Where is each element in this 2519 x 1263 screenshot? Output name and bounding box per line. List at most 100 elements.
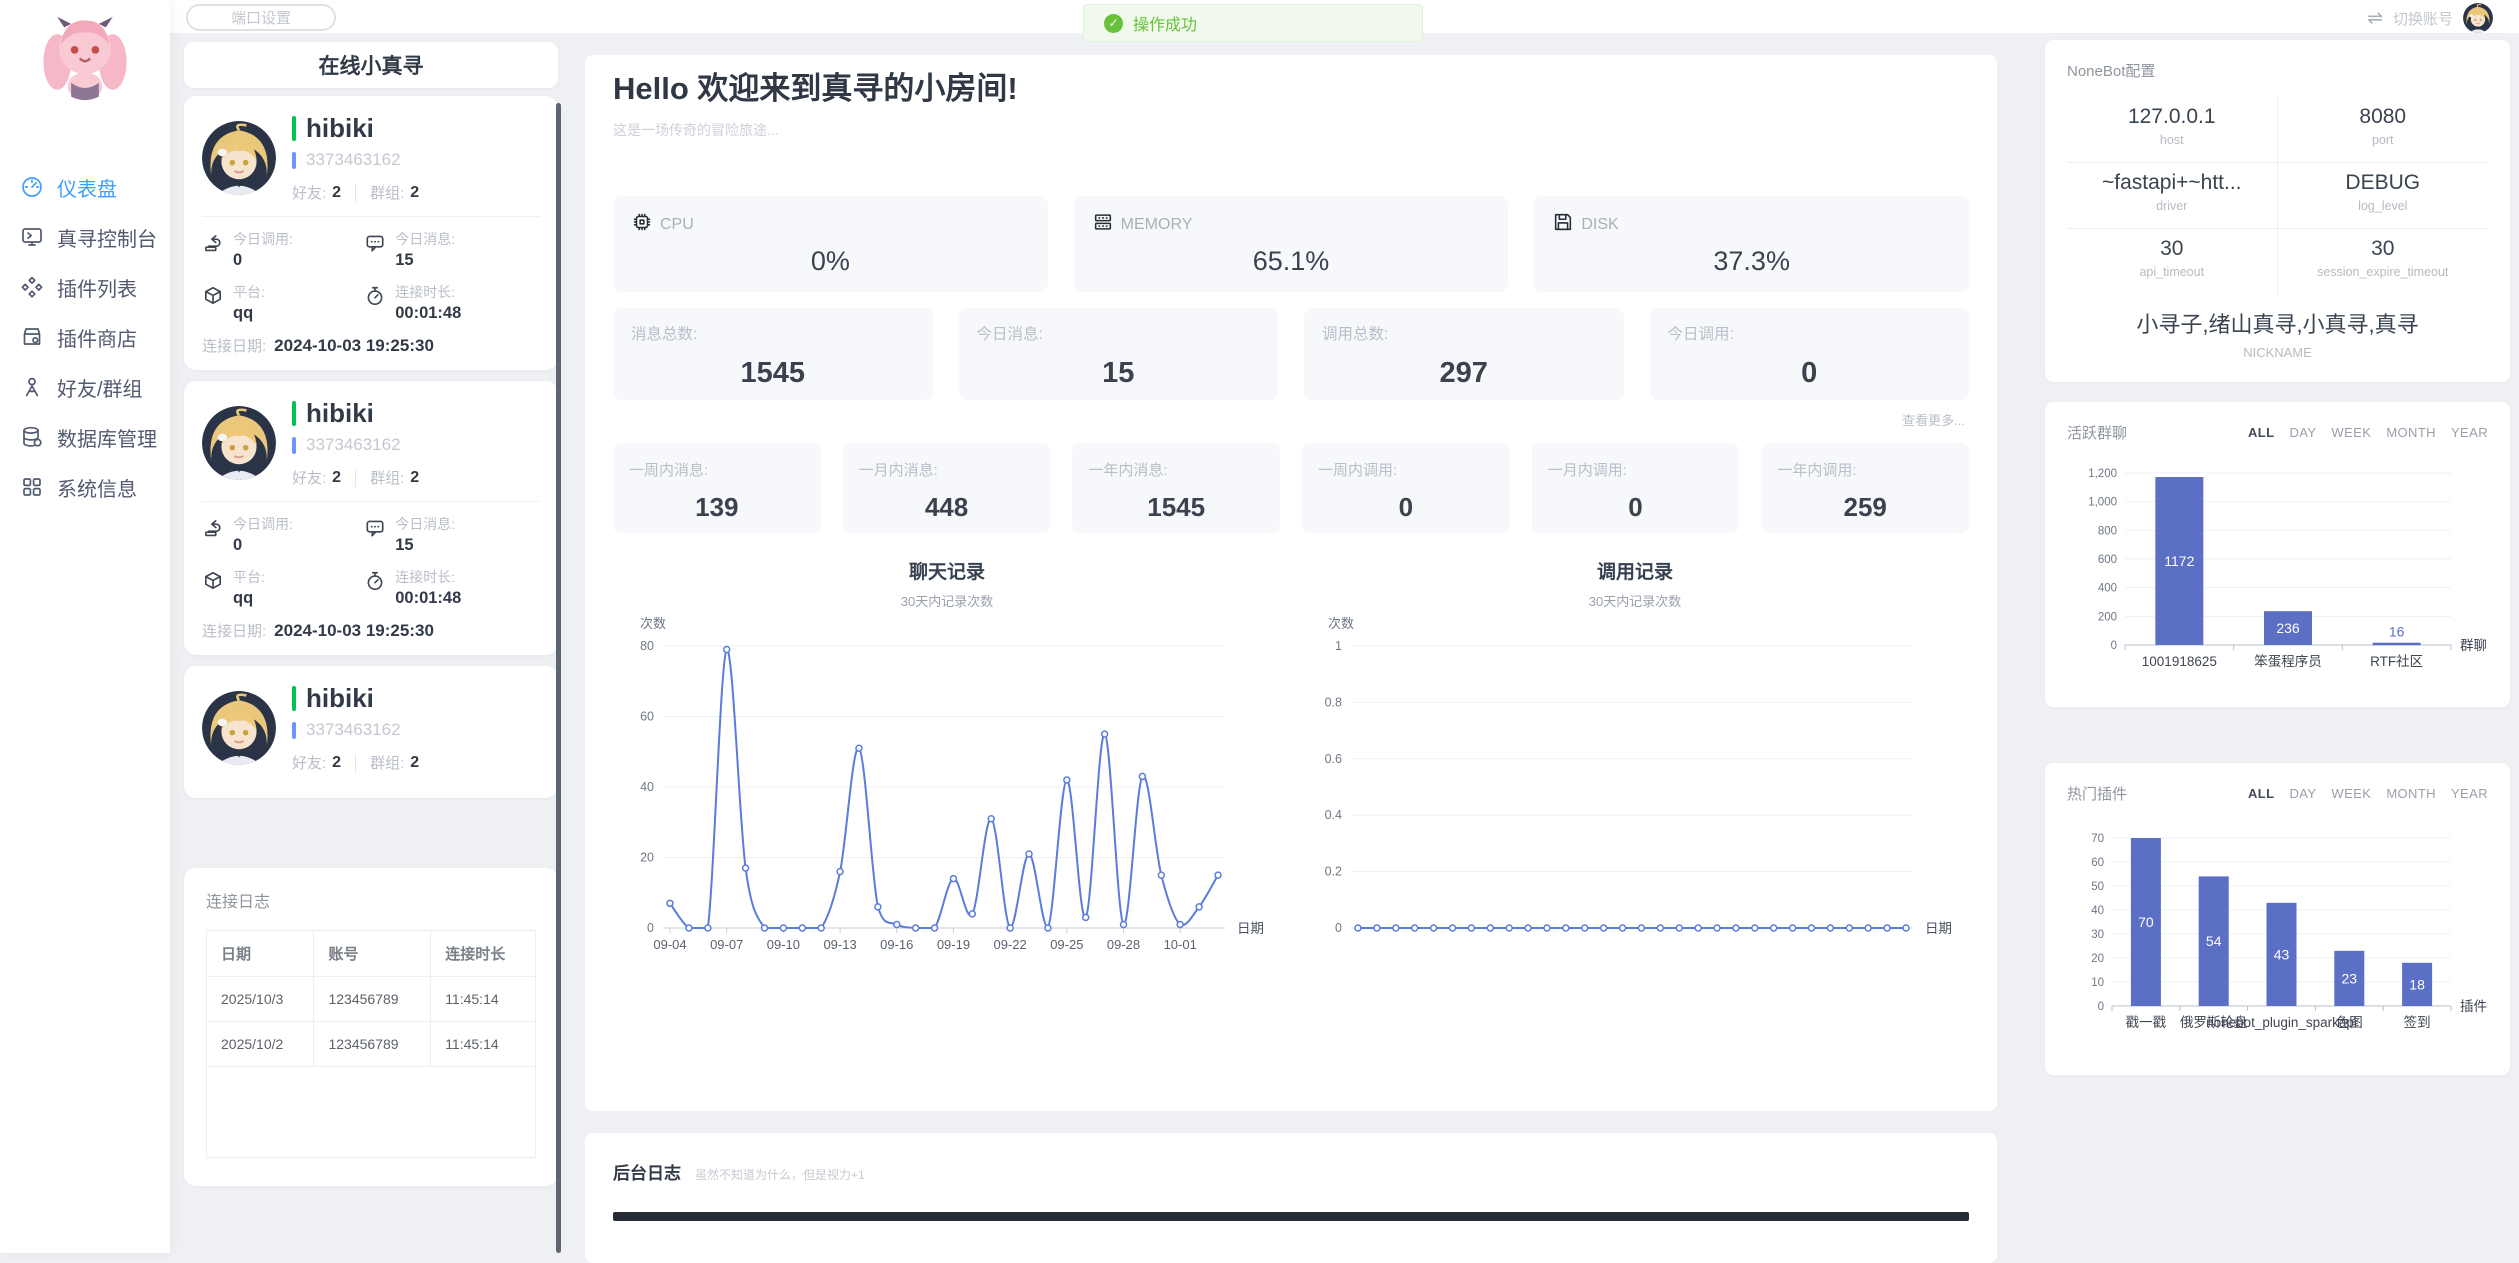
call-chart-title: 调用记录 <box>1301 557 1969 584</box>
bot-card-header: hibiki3373463162好友:2群组:2 <box>202 113 540 203</box>
connection-log-table: 日期账号连接时长 2025/10/312345678911:45:142025/… <box>206 930 536 1158</box>
platform-value: qq <box>233 304 265 323</box>
svg-text:1001918625: 1001918625 <box>2142 654 2217 669</box>
total-stat-value: 1545 <box>631 357 915 390</box>
svg-text:09-25: 09-25 <box>1050 937 1083 952</box>
today-messages-value: 15 <box>395 536 455 555</box>
groups-count: 2 <box>410 754 419 772</box>
connection-duration-label: 连接时长: <box>395 567 461 587</box>
chat-chart-title: 聊天记录 <box>613 557 1281 584</box>
svg-text:60: 60 <box>640 710 654 724</box>
svg-text:1,000: 1,000 <box>2088 497 2117 509</box>
svg-text:0: 0 <box>2098 1001 2104 1013</box>
bot-avatar-image <box>202 406 276 480</box>
switch-account-button[interactable]: ⇌ 切换账号 <box>2367 0 2493 36</box>
shop-icon <box>20 325 44 349</box>
log-column-header: 账号 <box>314 931 431 977</box>
tab-year[interactable]: YEAR <box>2451 425 2488 440</box>
backend-logs-title: 后台日志 <box>613 1159 681 1184</box>
today-calls-label: 今日调用: <box>233 229 293 249</box>
col2-scrollbar[interactable] <box>556 103 561 1253</box>
sidebar-item-6[interactable]: 系统信息 <box>0 462 170 512</box>
svg-text:0.4: 0.4 <box>1325 808 1342 822</box>
today-messages-label: 今日消息: <box>395 514 455 534</box>
svg-text:09-19: 09-19 <box>937 937 970 952</box>
bot-stats-grid: 今日调用:0今日消息:15平台:qq连接时长:00:01:48 <box>202 229 540 323</box>
connection-log-card: 连接日志 日期账号连接时长 2025/10/312345678911:45:14… <box>184 868 558 1186</box>
svg-text:签到: 签到 <box>2404 1014 2431 1030</box>
period-stat-card: 一年内消息:1545 <box>1072 443 1280 533</box>
total-stat-card: 今日消息:15 <box>959 308 1279 400</box>
sidebar-item-label: 系统信息 <box>57 473 137 502</box>
active-groups-card: 活跃群聊 ALLDAYWEEKMONTHYEAR 02004006008001,… <box>2045 402 2510 707</box>
tab-day[interactable]: DAY <box>2289 786 2316 801</box>
sidebar-item-5[interactable]: 数据库管理 <box>0 412 170 462</box>
period-stat-label: 一月内调用: <box>1548 459 1724 480</box>
account-bar <box>292 152 296 169</box>
disk-stat-card: DISK37.3% <box>1534 196 1969 292</box>
config-field-api_timeout: 30api_timeout <box>2067 229 2278 295</box>
nonebot-config-title: NoneBot配置 <box>2067 60 2488 81</box>
svg-text:60: 60 <box>2091 857 2104 869</box>
groups-count: 2 <box>410 184 419 202</box>
bot-avatar-image <box>202 121 276 195</box>
sidebar-item-3[interactable]: 插件商店 <box>0 312 170 362</box>
totals-row: 消息总数:1545今日消息:15调用总数:297今日调用:0 <box>613 308 1969 400</box>
log-column-header: 日期 <box>207 931 314 977</box>
nickname-block: 小寻子,绪山真寻,小真寻,真寻 NICKNAME <box>2067 307 2488 360</box>
svg-text:1,200: 1,200 <box>2088 468 2117 480</box>
sidebar-item-label: 好友/群组 <box>57 373 143 402</box>
svg-text:200: 200 <box>2098 611 2117 623</box>
svg-text:23: 23 <box>2342 970 2358 986</box>
left-sidebar: 仪表盘真寻控制台插件列表插件商店好友/群组数据库管理系统信息 <box>0 0 170 1253</box>
chat-records-chart: 聊天记录 30天内记录次数 020406080次数日期09-0409-0709-… <box>613 557 1281 972</box>
nonebot-config-card: NoneBot配置 127.0.0.1host8080port~fastapi+… <box>2045 40 2510 382</box>
svg-text:1: 1 <box>1335 639 1342 653</box>
tab-day[interactable]: DAY <box>2289 425 2316 440</box>
today-calls-stat: 今日调用: 0 <box>202 229 364 270</box>
tab-month[interactable]: MONTH <box>2386 786 2436 801</box>
tab-week[interactable]: WEEK <box>2331 425 2371 440</box>
config-label: host <box>2067 133 2277 147</box>
online-status-bar <box>292 401 296 426</box>
connection-duration-value: 00:01:48 <box>395 589 461 608</box>
app-logo <box>0 0 170 114</box>
svg-text:43: 43 <box>2274 946 2290 962</box>
tab-year[interactable]: YEAR <box>2451 786 2488 801</box>
tab-month[interactable]: MONTH <box>2386 425 2436 440</box>
today-calls-value: 0 <box>233 251 293 270</box>
sys-stat-value: 65.1% <box>1092 246 1491 277</box>
connection-duration-label: 连接时长: <box>395 282 461 302</box>
main-panel: Hello 欢迎来到真寻的小房间! 这是一场传奇的冒险旅途... CPU0%ME… <box>585 55 1997 1111</box>
period-stat-label: 一年内消息: <box>1088 459 1264 480</box>
sidebar-item-2[interactable]: 插件列表 <box>0 262 170 312</box>
total-stat-card: 消息总数:1545 <box>613 308 933 400</box>
friends-label: 好友: <box>292 467 326 488</box>
svg-text:0.2: 0.2 <box>1325 865 1342 879</box>
total-stat-label: 调用总数: <box>1322 322 1606 344</box>
hot-plugins-title: 热门插件 <box>2067 783 2127 804</box>
groups-count: 2 <box>410 469 419 487</box>
sidebar-item-0[interactable]: 仪表盘 <box>0 162 170 212</box>
tab-week[interactable]: WEEK <box>2331 786 2371 801</box>
tab-all[interactable]: ALL <box>2248 425 2274 440</box>
call-records-chart: 调用记录 30天内记录次数 00.20.40.60.81次数日期 <box>1301 557 1969 972</box>
bot-card-header: hibiki3373463162好友:2群组:2 <box>202 683 540 773</box>
user-avatar[interactable] <box>2463 3 2493 33</box>
port-settings-button[interactable]: 端口设置 <box>186 4 336 31</box>
svg-text:RTF社区: RTF社区 <box>2370 654 2423 669</box>
active-groups-tabs: ALL DAY WEEK MONTH YEAR <box>2233 425 2488 440</box>
see-more-link[interactable]: 查看更多... <box>613 410 1969 429</box>
svg-text:0.8: 0.8 <box>1325 695 1342 709</box>
nickname-label: NICKNAME <box>2067 345 2488 360</box>
sidebar-item-4[interactable]: 好友/群组 <box>0 362 170 412</box>
sidebar-item-1[interactable]: 真寻控制台 <box>0 212 170 262</box>
svg-text:40: 40 <box>640 780 654 794</box>
period-stat-card: 一月内消息:448 <box>843 443 1051 533</box>
config-field-log_level: DEBUGlog_level <box>2278 163 2489 229</box>
online-status-bar <box>292 116 296 141</box>
hot-plugins-tabs: ALL DAY WEEK MONTH YEAR <box>2233 786 2488 801</box>
tab-all[interactable]: ALL <box>2248 786 2274 801</box>
svg-text:54: 54 <box>2206 933 2222 949</box>
toast-message: 操作成功 <box>1133 11 1197 35</box>
